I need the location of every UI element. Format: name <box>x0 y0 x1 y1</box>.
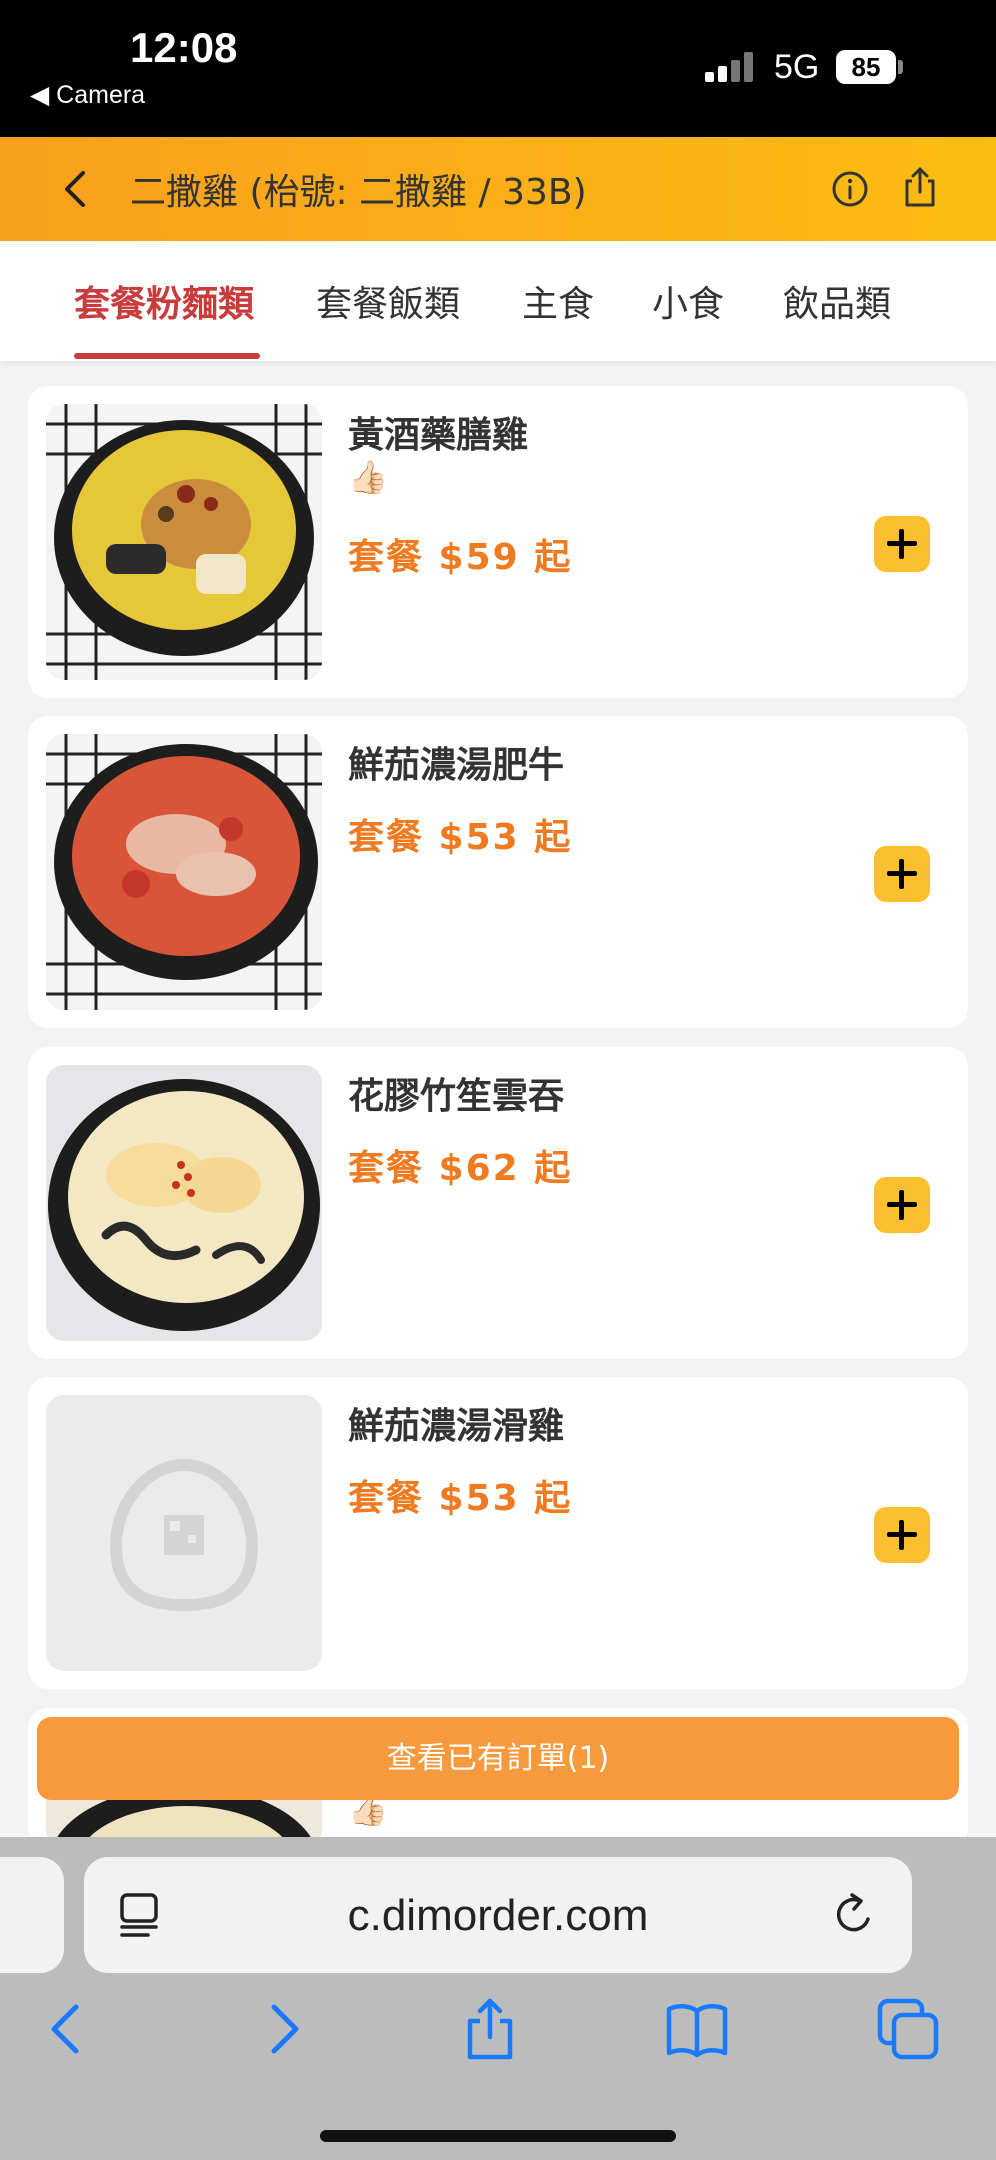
tab-drinks[interactable]: 飲品類 <box>783 275 891 327</box>
back-to-camera-link[interactable]: ◀ Camera <box>30 80 145 110</box>
dish-photo-herbal-chicken <box>46 404 322 680</box>
battery-tip <box>898 60 903 74</box>
item-name: 花膠竹笙雲吞 <box>348 1076 565 1117</box>
category-tabs: 套餐粉麵類 套餐飯類 主食 小食 飲品類 <box>0 241 996 361</box>
share-icon[interactable] <box>458 1997 522 2061</box>
network-type: 5G <box>774 48 820 86</box>
add-item-button[interactable] <box>874 516 930 572</box>
tabs-icon[interactable] <box>876 1997 940 2061</box>
add-item-button[interactable] <box>874 1177 930 1233</box>
item-name: 鮮茄濃湯肥牛 <box>348 745 565 786</box>
back-arrow-icon[interactable] <box>55 167 95 211</box>
item-price: 套餐 $53 起 <box>348 1478 573 1519</box>
previous-tab-preview[interactable] <box>0 1857 64 1973</box>
view-orders-button[interactable]: 查看已有訂單(1) <box>37 1717 959 1800</box>
add-item-button[interactable] <box>874 1507 930 1563</box>
menu-item-card[interactable]: 鮮茄濃湯滑雞 套餐 $53 起 <box>28 1377 968 1689</box>
item-name: 鮮茄濃湯滑雞 <box>348 1406 565 1447</box>
url-text: c.dimorder.com <box>347 1891 649 1940</box>
restaurant-title: 二撒雞 (枱號: 二撒雞 / 33B) <box>130 172 587 213</box>
item-price: 套餐 $59 起 <box>348 537 573 578</box>
dish-photo-tomato-beef <box>46 734 322 1010</box>
battery-icon: 85 <box>836 50 896 84</box>
thumbs-up-icon: 👍🏻 <box>348 458 388 496</box>
item-price: 套餐 $62 起 <box>348 1148 573 1189</box>
status-time: 12:08 <box>130 24 238 71</box>
add-item-button[interactable] <box>874 846 930 902</box>
home-indicator <box>320 2130 676 2142</box>
forward-icon[interactable] <box>250 1997 314 2061</box>
active-tab-indicator <box>74 353 260 359</box>
signal-strength-icon <box>705 52 757 82</box>
browser-toolbar: c.dimorder.com <box>0 1837 996 2160</box>
menu-item-card[interactable]: 花膠竹笙雲吞 套餐 $62 起 <box>28 1047 968 1359</box>
dish-photo-wonton <box>46 1065 322 1341</box>
back-icon[interactable] <box>36 1997 100 2061</box>
status-bar: 12:08 ◀ Camera 5G 85 <box>0 0 996 137</box>
restaurant-header: 二撒雞 (枱號: 二撒雞 / 33B) <box>0 137 996 241</box>
share-icon[interactable] <box>900 165 940 209</box>
reload-icon[interactable] <box>830 1891 878 1939</box>
menu-item-card[interactable]: 鮮茄濃湯肥牛 套餐 $53 起 <box>28 716 968 1028</box>
menu-item-card[interactable]: 黃酒藥膳雞 👍🏻 套餐 $59 起 <box>28 386 968 698</box>
info-icon[interactable] <box>830 169 870 209</box>
bookmarks-icon[interactable] <box>665 1997 729 2061</box>
tab-noodle-sets[interactable]: 套餐粉麵類 <box>74 275 254 327</box>
item-price: 套餐 $53 起 <box>348 817 573 858</box>
tab-snacks[interactable]: 小食 <box>652 275 724 327</box>
tab-rice-sets[interactable]: 套餐飯類 <box>316 275 460 327</box>
address-bar[interactable]: c.dimorder.com <box>84 1857 912 1973</box>
tab-mains[interactable]: 主食 <box>522 275 594 327</box>
placeholder-image-icon <box>46 1395 322 1671</box>
item-name: 黃酒藥膳雞 <box>348 415 529 456</box>
